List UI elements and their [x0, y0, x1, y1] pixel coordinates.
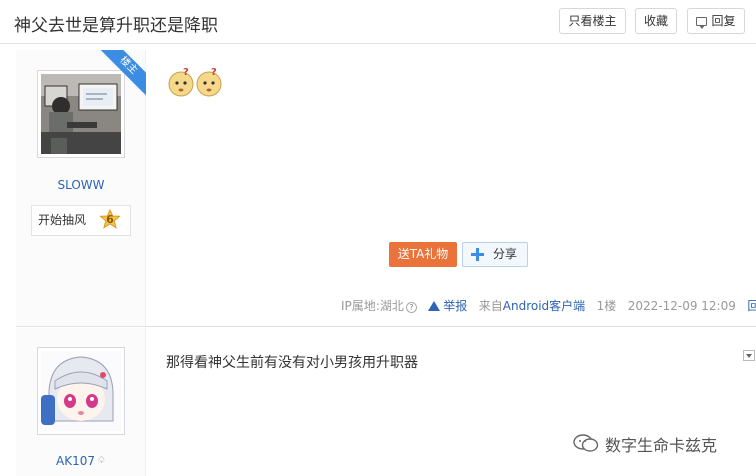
- reply-button[interactable]: 回复: [687, 8, 745, 34]
- level-badge[interactable]: 开始抽风 6: [31, 205, 131, 236]
- avatar[interactable]: [37, 347, 125, 435]
- warning-icon: [428, 301, 441, 311]
- username[interactable]: SLOWW: [16, 178, 146, 192]
- lz-badge: 楼主: [100, 50, 146, 96]
- ip-location: IP属地:湖北: [341, 299, 404, 313]
- thread-header: 神父去世是算升职还是降职 只看楼主 收藏 回复: [0, 0, 756, 44]
- gender-icon: ♤: [97, 455, 106, 466]
- wechat-icon: [573, 434, 599, 452]
- only-lz-button[interactable]: 只看楼主: [559, 8, 626, 34]
- floor-number: 1楼: [596, 299, 617, 313]
- report-link[interactable]: 举报: [428, 299, 467, 313]
- share-label: 分享: [493, 247, 518, 261]
- share-button[interactable]: 分享: [462, 242, 528, 267]
- username-label: AK107: [56, 454, 95, 468]
- author-panel: 楼主 SLOWW 开始抽风 6: [16, 50, 146, 326]
- source-prefix: 来自: [478, 299, 503, 313]
- reply-icon: [696, 17, 708, 29]
- level-number: 6: [106, 213, 114, 226]
- thinking-emoji-icon: ?: [168, 67, 194, 97]
- thinking-emoji-icon: ?: [196, 67, 222, 97]
- send-gift-button[interactable]: 送TA礼物: [389, 242, 457, 267]
- report-label: 举报: [443, 299, 468, 313]
- thread-title: 神父去世是算升职还是降职: [14, 16, 218, 36]
- post-meta: IP属地:湖北? 举报 来自Android客户端 1楼 2022-12-09 1…: [341, 297, 756, 314]
- favorite-button[interactable]: 收藏: [635, 8, 677, 34]
- source-client-link[interactable]: Android客户端: [503, 299, 585, 313]
- level-star-icon: 6: [99, 208, 121, 231]
- author-panel: AK107 ♤: [16, 328, 146, 476]
- post-floor-1: 楼主 SLOWW 开始抽风 6 ? ? 送TA礼物 分享 IP属地:湖北 ? 举…: [16, 50, 756, 327]
- svg-text:?: ?: [211, 67, 217, 78]
- lz-badge-label: 楼主: [100, 50, 146, 96]
- post-content: 那得看神父生前有没有对小男孩用升职器: [166, 355, 418, 371]
- post-menu-dropdown[interactable]: [743, 350, 755, 361]
- username[interactable]: AK107 ♤: [16, 454, 146, 468]
- ip-help-icon[interactable]: ?: [405, 302, 417, 313]
- svg-text:?: ?: [183, 67, 189, 78]
- reply-button-label: 回复: [711, 14, 736, 28]
- reply-link[interactable]: 回复: [747, 299, 756, 313]
- share-icon: [471, 248, 484, 261]
- post-time: 2022-12-09 12:09: [627, 299, 736, 313]
- watermark-text: 数字生命卡兹克: [605, 436, 718, 455]
- level-name: 开始抽风: [38, 213, 87, 227]
- avatar-anime: [41, 351, 121, 431]
